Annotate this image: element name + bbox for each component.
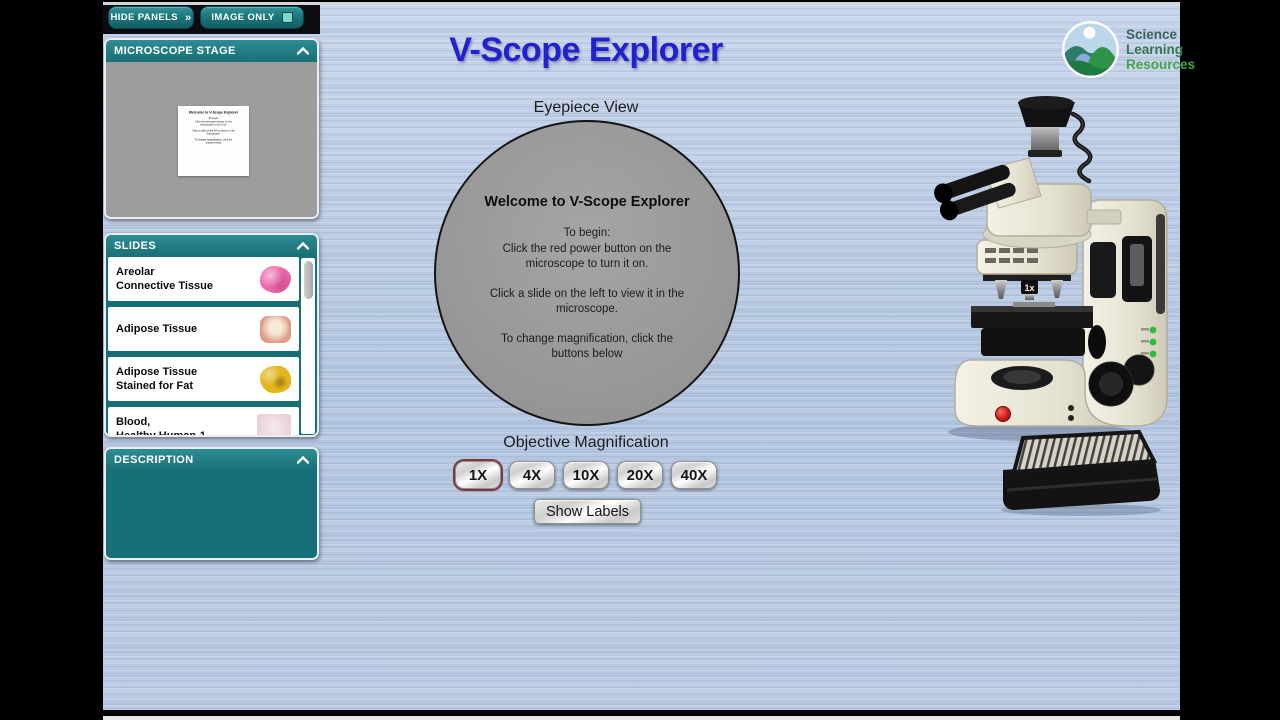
slides-list-body: Areolar Connective Tissue Adipose Tissue…: [106, 257, 317, 435]
slide-storage-box-image: [993, 428, 1165, 518]
substage-assembly: [981, 328, 1085, 356]
show-labels-button[interactable]: Show Labels: [534, 499, 641, 524]
slides-scrollbar-track[interactable]: [301, 258, 315, 434]
welcome-title: Welcome to V-Scope Explorer: [484, 194, 689, 210]
slide-item-label: Adipose Tissue Stained for Fat: [116, 365, 197, 394]
mini-para: Click a slide on the left to view it in …: [181, 129, 246, 136]
image-only-button[interactable]: IMAGE ONLY: [200, 6, 304, 29]
welcome-paragraph: To begin: Click the red power button on …: [503, 226, 672, 273]
stage: [971, 312, 1093, 328]
stage-slide-preview: Welcome to V-Scope Explorer To begin: Cl…: [178, 106, 249, 176]
slide-item-areolar-connective-tissue[interactable]: Areolar Connective Tissue: [108, 257, 299, 301]
slide-thumbnail: [260, 266, 291, 293]
description-header[interactable]: DESCRIPTION: [106, 449, 317, 471]
hide-panels-label: HIDE PANELS: [110, 12, 178, 23]
stage-preview-area: Welcome to V-Scope Explorer To begin: Cl…: [106, 62, 317, 217]
slide-list: Areolar Connective Tissue Adipose Tissue…: [108, 257, 299, 437]
microscope-stage-header[interactable]: MICROSCOPE STAGE: [106, 40, 317, 62]
slide-thumbnail: [260, 316, 291, 343]
camera-adapter: [1031, 124, 1059, 154]
image-only-checkbox-icon[interactable]: [282, 12, 293, 23]
bottom-divider: [103, 716, 1180, 720]
slide-item-blood-healthy-human-1[interactable]: Blood, Healthy Human-1: [108, 407, 299, 437]
magnification-button-4x[interactable]: 4X: [509, 461, 555, 489]
chevron-up-icon[interactable]: [297, 47, 309, 55]
logo-mountains-icon: [1061, 20, 1120, 79]
science-learning-resources-logo: Science Learning Resources: [1061, 20, 1195, 79]
slide-item-label: Blood, Healthy Human-1: [116, 415, 206, 437]
magnification-button-20x[interactable]: 20X: [617, 461, 663, 489]
welcome-paragraph: To change magnification, click the butto…: [501, 332, 673, 363]
microscope-power-button[interactable]: [996, 407, 1011, 422]
objective-1x-label: 1x: [1024, 283, 1034, 293]
magnification-button-10x[interactable]: 10X: [563, 461, 609, 489]
double-arrow-right-icon: »: [185, 12, 192, 24]
slide-item-adipose-stained-for-fat[interactable]: Adipose Tissue Stained for Fat: [108, 357, 299, 401]
slide-item-adipose-tissue[interactable]: Adipose Tissue: [108, 307, 299, 351]
slide-item-label: Adipose Tissue: [116, 322, 197, 336]
page-title: V-Scope Explorer: [436, 31, 736, 70]
mini-para: To begin: Click the red power button on …: [181, 117, 246, 127]
slides-title: SLIDES: [114, 240, 156, 252]
chevron-up-icon[interactable]: [297, 242, 309, 250]
slides-panel: SLIDES Areolar Connective Tissue Adipose…: [104, 233, 319, 437]
slide-item-label: Areolar Connective Tissue: [116, 265, 213, 294]
welcome-paragraph: Click a slide on the left to view it in …: [490, 287, 684, 318]
chevron-up-icon[interactable]: [297, 456, 309, 464]
slide-thumbnail: [257, 414, 291, 437]
eyepiece-view-heading: Eyepiece View: [486, 99, 686, 117]
description-body: [106, 471, 317, 558]
hide-panels-button[interactable]: HIDE PANELS »: [108, 6, 194, 29]
eyepiece-view-circle: Welcome to V-Scope Explorer To begin: Cl…: [434, 120, 740, 426]
microscope-stage-panel: MICROSCOPE STAGE Welcome to V-Scope Expl…: [104, 38, 319, 219]
magnification-button-row: 1X 4X 10X 20X 40X: [455, 461, 717, 489]
objective-magnification-heading: Objective Magnification: [461, 434, 711, 452]
slides-header[interactable]: SLIDES: [106, 235, 317, 257]
vscope-app: HIDE PANELS » IMAGE ONLY MICROSCOPE STAG…: [103, 0, 1180, 720]
magnification-button-1x[interactable]: 1X: [455, 461, 501, 489]
image-only-label: IMAGE ONLY: [211, 12, 274, 23]
slide-thumbnail: [260, 366, 291, 393]
microscope-stage-title: MICROSCOPE STAGE: [114, 45, 236, 57]
mini-welcome-title: Welcome to V-Scope Explorer: [181, 111, 246, 115]
logo-text: Science Learning Resources: [1126, 27, 1195, 72]
microscope-image: 1x: [925, 92, 1175, 446]
description-panel: DESCRIPTION: [104, 447, 319, 560]
description-title: DESCRIPTION: [114, 454, 194, 466]
magnification-button-40x[interactable]: 40X: [671, 461, 717, 489]
slides-scrollbar-thumb[interactable]: [304, 261, 313, 299]
mini-para: To change magnification, click the butto…: [181, 138, 246, 145]
